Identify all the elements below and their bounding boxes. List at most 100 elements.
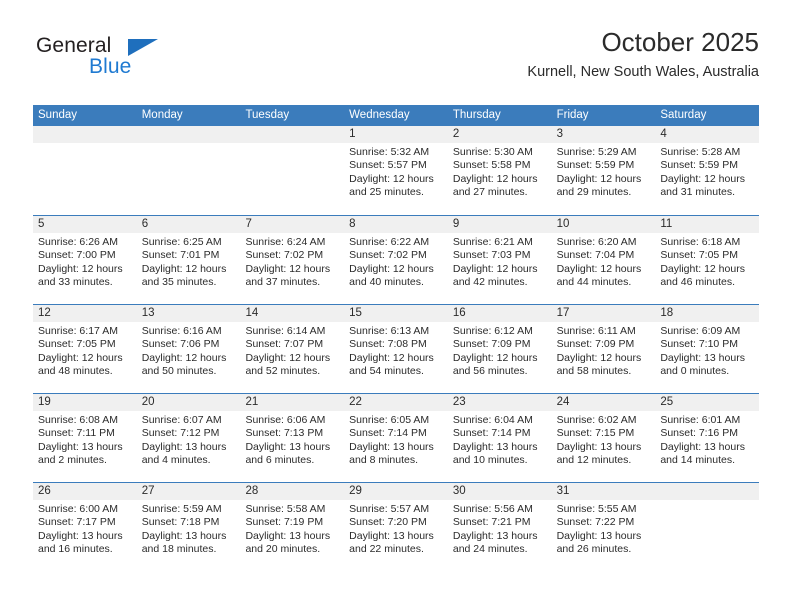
calendar-day-cell[interactable]: 22 Sunrise: 6:05 AM Sunset: 7:14 PM Dayligh… bbox=[344, 394, 448, 482]
sunrise-time: Sunrise: 6:25 AM bbox=[141, 236, 222, 248]
calendar-day-cell[interactable]: 3 Sunrise: 5:29 AM Sunset: 5:59 PM Daylight… bbox=[551, 126, 656, 215]
day-number: 2 bbox=[447, 126, 552, 143]
calendar-day-cell[interactable]: 6 Sunrise: 6:25 AM Sunset: 7:01 PM Daylight… bbox=[136, 216, 241, 304]
calendar-day-cell[interactable]: 5 Sunrise: 6:26 AM Sunset: 7:00 PM Daylight… bbox=[33, 216, 137, 304]
daylight-duration-line1: Daylight: 12 hours bbox=[349, 262, 434, 275]
day-number: 12 bbox=[33, 305, 137, 322]
day-number: 24 bbox=[551, 394, 656, 411]
day-number: 14 bbox=[240, 305, 345, 322]
sunrise-time: Sunrise: 6:04 AM bbox=[452, 414, 533, 426]
calendar-day-cell[interactable]: 27 Sunrise: 5:59 AM Sunset: 7:18 PM Dayligh… bbox=[136, 483, 241, 571]
calendar-day-cell[interactable]: 13 Sunrise: 6:16 AM Sunset: 7:06 PM Dayligh… bbox=[136, 305, 241, 393]
daylight-duration-line1: Daylight: 12 hours bbox=[141, 262, 227, 275]
sunset-time: Sunset: 7:05 PM bbox=[38, 338, 116, 351]
calendar-week-row: 12 Sunrise: 6:17 AM Sunset: 7:05 PM Dayligh… bbox=[33, 304, 760, 393]
calendar-day-cell[interactable]: 10 Sunrise: 6:20 AM Sunset: 7:04 PM Dayligh… bbox=[551, 216, 656, 304]
sunset-time: Sunset: 7:14 PM bbox=[452, 427, 531, 440]
sunset-time: Sunset: 7:14 PM bbox=[349, 427, 427, 440]
sunset-time: Sunset: 5:59 PM bbox=[556, 159, 635, 172]
calendar-day-cell[interactable]: 2 Sunrise: 5:30 AM Sunset: 5:58 PM Daylight… bbox=[447, 126, 552, 215]
sunset-time: Sunset: 7:18 PM bbox=[141, 516, 220, 529]
daylight-duration-line2: and 37 minutes. bbox=[245, 276, 321, 289]
calendar-day-cell[interactable]: 14 Sunrise: 6:14 AM Sunset: 7:07 PM Dayligh… bbox=[240, 305, 345, 393]
daylight-duration-line2: and 26 minutes. bbox=[556, 543, 632, 556]
calendar-day-cell[interactable]: 7 Sunrise: 6:24 AM Sunset: 7:02 PM Daylight… bbox=[240, 216, 345, 304]
day-details: Sunrise: 6:20 AM Sunset: 7:04 PM Daylight:… bbox=[552, 233, 656, 290]
calendar-day-cell[interactable]: 8 Sunrise: 6:22 AM Sunset: 7:02 PM Daylight… bbox=[344, 216, 448, 304]
day-number: 18 bbox=[655, 305, 760, 322]
calendar-day-cell[interactable]: 12 Sunrise: 6:17 AM Sunset: 7:05 PM Dayligh… bbox=[33, 305, 137, 393]
calendar-day-cell[interactable]: 16 Sunrise: 6:12 AM Sunset: 7:09 PM Dayligh… bbox=[447, 305, 552, 393]
day-number: 11 bbox=[655, 216, 760, 233]
sunset-time: Sunset: 7:03 PM bbox=[452, 249, 531, 262]
calendar-day-cell[interactable]: 31 Sunrise: 5:55 AM Sunset: 7:22 PM Dayligh… bbox=[551, 483, 656, 571]
calendar-week-row: 26 Sunrise: 6:00 AM Sunset: 7:17 PM Dayligh… bbox=[33, 482, 760, 571]
calendar-day-cell[interactable]: 9 Sunrise: 6:21 AM Sunset: 7:03 PM Daylight… bbox=[447, 216, 552, 304]
sunrise-time: Sunrise: 5:32 AM bbox=[349, 146, 430, 158]
calendar-day-cell[interactable]: 24 Sunrise: 6:02 AM Sunset: 7:15 PM Dayligh… bbox=[551, 394, 656, 482]
day-details: Sunrise: 5:28 AM Sunset: 5:59 PM Daylight:… bbox=[655, 143, 759, 200]
daylight-duration-line2: and 0 minutes. bbox=[660, 365, 730, 378]
calendar-day-cell[interactable]: 19 Sunrise: 6:08 AM Sunset: 7:11 PM Dayligh… bbox=[33, 394, 137, 482]
day-number: 29 bbox=[344, 483, 448, 500]
day-details: Sunrise: 6:05 AM Sunset: 7:14 PM Daylight:… bbox=[344, 411, 448, 468]
daylight-duration-line2: and 29 minutes. bbox=[556, 186, 632, 199]
day-details: Sunrise: 6:26 AM Sunset: 7:00 PM Daylight:… bbox=[33, 233, 137, 290]
calendar-day-cell[interactable]: 21 Sunrise: 6:06 AM Sunset: 7:13 PM Dayligh… bbox=[240, 394, 345, 482]
sunrise-time: Sunrise: 6:20 AM bbox=[556, 236, 637, 248]
daylight-duration-line2: and 35 minutes. bbox=[141, 276, 217, 289]
weekday-header-monday: Monday bbox=[141, 109, 183, 121]
sunrise-time: Sunrise: 6:18 AM bbox=[660, 236, 741, 248]
sunset-time: Sunset: 7:11 PM bbox=[38, 427, 115, 440]
calendar-day-cell[interactable]: 11 Sunrise: 6:18 AM Sunset: 7:05 PM Dayligh… bbox=[655, 216, 760, 304]
calendar-day-cell[interactable]: 25 Sunrise: 6:01 AM Sunset: 7:16 PM Dayligh… bbox=[655, 394, 760, 482]
day-number: 19 bbox=[33, 394, 137, 411]
weekday-header-row: Sunday Monday Tuesday Wednesday Thursday Frid… bbox=[33, 105, 759, 126]
day-details: Sunrise: 6:06 AM Sunset: 7:13 PM Daylight:… bbox=[240, 411, 344, 468]
day-number: 16 bbox=[447, 305, 552, 322]
sunset-time: Sunset: 7:17 PM bbox=[38, 516, 116, 529]
calendar-day-cell[interactable]: 28 Sunrise: 5:58 AM Sunset: 7:19 PM Dayligh… bbox=[240, 483, 345, 571]
sunrise-time: Sunrise: 6:09 AM bbox=[660, 325, 741, 337]
daylight-duration-line1: Daylight: 13 hours bbox=[349, 529, 434, 542]
calendar-day-cell[interactable]: 20 Sunrise: 6:07 AM Sunset: 7:12 PM Dayligh… bbox=[136, 394, 241, 482]
day-details: Sunrise: 5:59 AM Sunset: 7:18 PM Daylight:… bbox=[137, 500, 241, 557]
calendar-week-row: 19 Sunrise: 6:08 AM Sunset: 7:11 PM Dayligh… bbox=[33, 393, 760, 482]
calendar-day-cell[interactable]: 15 Sunrise: 6:13 AM Sunset: 7:08 PM Dayligh… bbox=[344, 305, 448, 393]
daylight-duration-line1: Daylight: 12 hours bbox=[141, 351, 227, 364]
day-number: 9 bbox=[447, 216, 552, 233]
calendar-day-cell[interactable]: 23 Sunrise: 6:04 AM Sunset: 7:14 PM Dayligh… bbox=[447, 394, 552, 482]
daylight-duration-line2: and 14 minutes. bbox=[660, 454, 736, 467]
daylight-duration-line1: Daylight: 13 hours bbox=[141, 529, 227, 542]
day-details: Sunrise: 5:30 AM Sunset: 5:58 PM Daylight:… bbox=[448, 143, 552, 200]
calendar-day-cell[interactable]: 1 Sunrise: 5:32 AM Sunset: 5:57 PM Daylight… bbox=[344, 126, 448, 215]
calendar-day-cell[interactable]: 18 Sunrise: 6:09 AM Sunset: 7:10 PM Dayligh… bbox=[655, 305, 760, 393]
daylight-duration-line2: and 56 minutes. bbox=[452, 365, 528, 378]
day-details: Sunrise: 6:16 AM Sunset: 7:06 PM Daylight:… bbox=[137, 322, 241, 379]
calendar-day-cell[interactable]: 30 Sunrise: 5:56 AM Sunset: 7:21 PM Dayligh… bbox=[447, 483, 552, 571]
sunset-time: Sunset: 7:06 PM bbox=[141, 338, 220, 351]
day-details: Sunrise: 6:02 AM Sunset: 7:15 PM Daylight:… bbox=[552, 411, 656, 468]
daylight-duration-line1: Daylight: 12 hours bbox=[660, 262, 745, 275]
daylight-duration-line1: Daylight: 12 hours bbox=[349, 351, 434, 364]
calendar-day-cell[interactable]: 4 Sunrise: 5:28 AM Sunset: 5:59 PM Daylight… bbox=[655, 126, 760, 215]
daylight-duration-line2: and 20 minutes. bbox=[245, 543, 321, 556]
brand-logo[interactable]: General Blue bbox=[33, 34, 233, 90]
daylight-duration-line2: and 8 minutes. bbox=[349, 454, 419, 467]
daylight-duration-line1: Daylight: 12 hours bbox=[38, 262, 123, 275]
day-number: 8 bbox=[344, 216, 448, 233]
calendar-day-cell[interactable]: 26 Sunrise: 6:00 AM Sunset: 7:17 PM Dayligh… bbox=[33, 483, 137, 571]
page-subtitle: Kurnell, New South Wales, Australia bbox=[527, 64, 759, 80]
day-number: 28 bbox=[240, 483, 345, 500]
daylight-duration-line2: and 54 minutes. bbox=[349, 365, 424, 378]
calendar-day-cell[interactable]: 29 Sunrise: 5:57 AM Sunset: 7:20 PM Dayligh… bbox=[344, 483, 448, 571]
day-details: Sunrise: 6:04 AM Sunset: 7:14 PM Daylight:… bbox=[448, 411, 552, 468]
day-number: 22 bbox=[344, 394, 448, 411]
sunrise-time: Sunrise: 5:58 AM bbox=[245, 503, 326, 515]
day-details: Sunrise: 6:00 AM Sunset: 7:17 PM Daylight:… bbox=[33, 500, 137, 557]
day-number: 26 bbox=[33, 483, 137, 500]
daylight-duration-line1: Daylight: 12 hours bbox=[452, 262, 538, 275]
calendar-day-cell[interactable]: 17 Sunrise: 6:11 AM Sunset: 7:09 PM Dayligh… bbox=[551, 305, 656, 393]
day-details: Sunrise: 5:55 AM Sunset: 7:22 PM Daylight:… bbox=[552, 500, 656, 557]
calendar-day-cell-empty bbox=[33, 126, 137, 215]
